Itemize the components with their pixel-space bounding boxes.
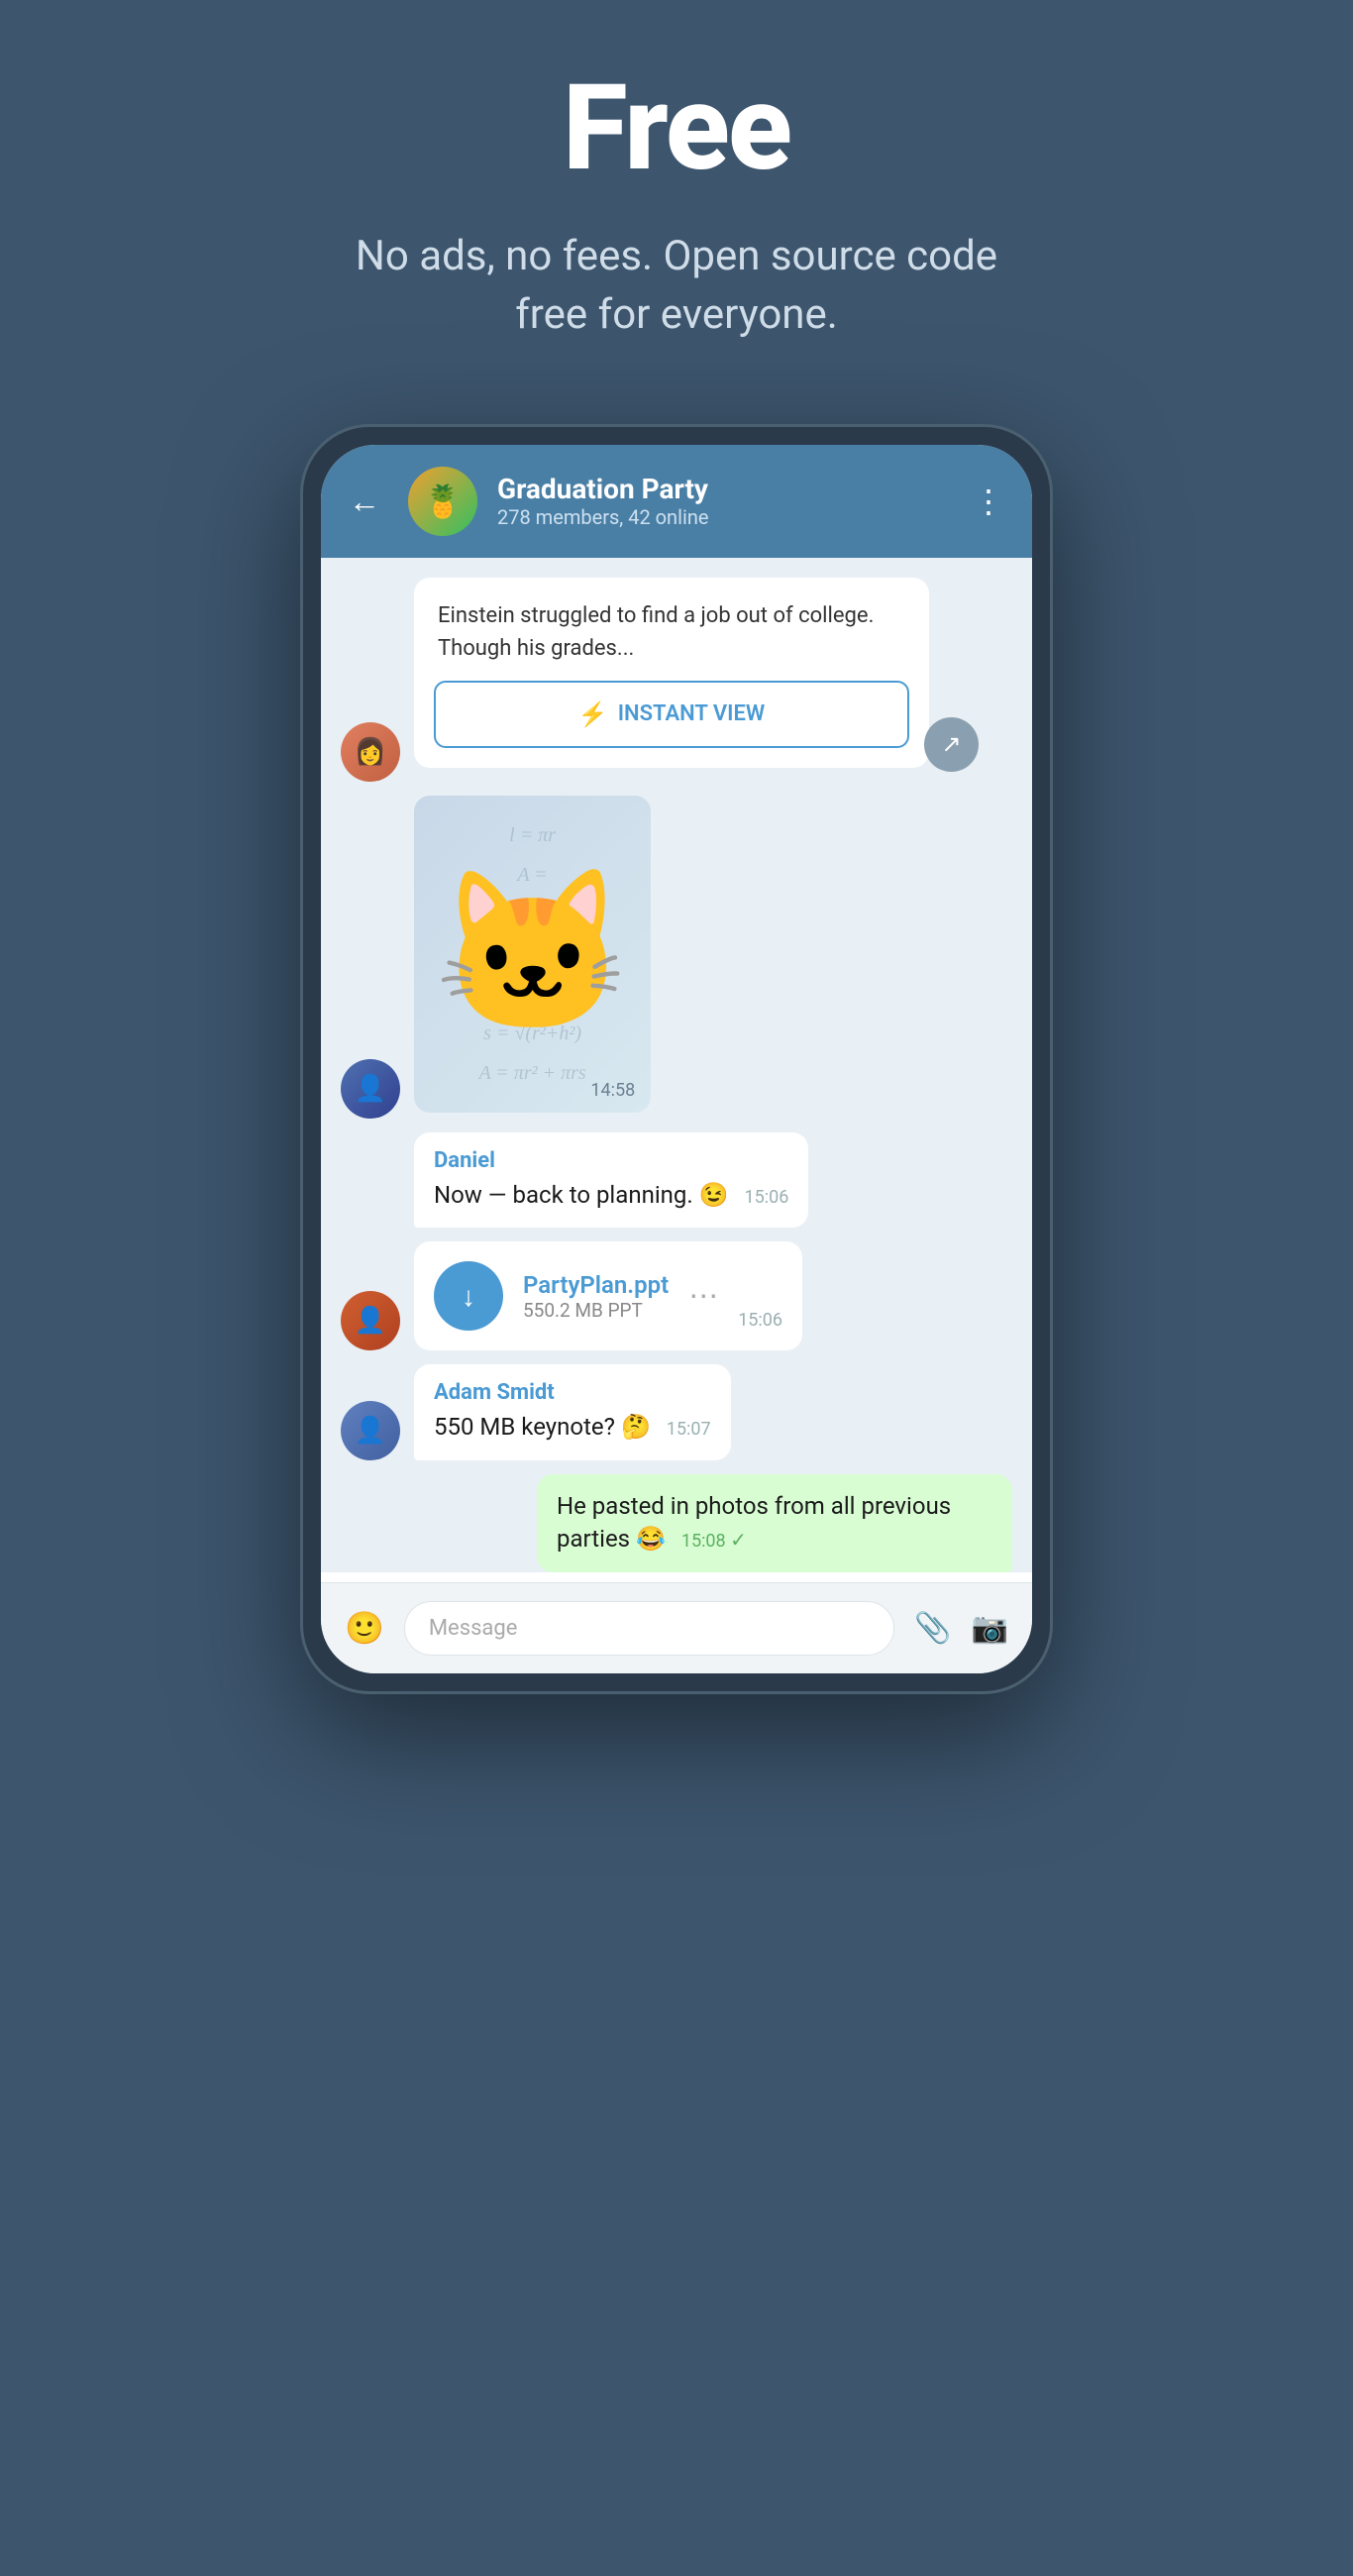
- header-info: Graduation Party 278 members, 42 online: [497, 473, 953, 529]
- avatar-guy2: 👤: [341, 1291, 400, 1350]
- emoji-button[interactable]: 🙂: [345, 1609, 384, 1647]
- camera-button[interactable]: 📷: [972, 1611, 1008, 1646]
- own-time: 15:08 ✓: [681, 1531, 747, 1552]
- sticker-container: l = πr A = V = l³ P = 2πr A = πr² s = √(…: [414, 796, 651, 1113]
- daniel-time: 15:06: [745, 1187, 789, 1208]
- file-download-icon[interactable]: ↓: [434, 1261, 503, 1331]
- adam-bubble: Adam Smidt 550 MB keynote? 🤔 15:07: [414, 1364, 731, 1460]
- file-name: PartyPlan.ppt: [523, 1271, 669, 1299]
- file-message-row: 👤 ↓ PartyPlan.ppt 550.2 MB PPT ⋯ 15:06: [341, 1241, 1012, 1350]
- group-name: Graduation Party: [497, 473, 953, 505]
- daniel-sender: Daniel: [434, 1148, 788, 1173]
- cat-sticker: 🐱: [434, 861, 631, 1046]
- avatar-guy1: 👤: [341, 1059, 400, 1119]
- adam-message-row: 👤 Adam Smidt 550 MB keynote? 🤔 15:07: [341, 1364, 1012, 1460]
- checkmark-icon: ✓: [730, 1528, 747, 1552]
- file-bubble: ↓ PartyPlan.ppt 550.2 MB PPT ⋯ 15:06: [414, 1241, 802, 1350]
- instant-view-label: INSTANT VIEW: [618, 701, 766, 726]
- article-message-row: 👩 Einstein struggled to find a job out o…: [341, 578, 1012, 782]
- sticker-message-row: 👤 l = πr A = V = l³ P = 2πr A = πr² s = …: [341, 796, 1012, 1119]
- hero-subtitle: No ads, no fees. Open source code free f…: [330, 228, 1023, 345]
- own-bubble: He pasted in photos from all previous pa…: [537, 1474, 1012, 1572]
- avatar-girl: 👩: [341, 722, 400, 782]
- adam-sender: Adam Smidt: [434, 1380, 711, 1405]
- daniel-message-row: Daniel Now — back to planning. 😉 15:06: [341, 1132, 1012, 1229]
- instant-view-button[interactable]: ⚡ INSTANT VIEW: [434, 681, 909, 748]
- phone-screen: ← 🍍 Graduation Party 278 members, 42 onl…: [321, 445, 1032, 1673]
- file-time: 15:06: [738, 1310, 782, 1331]
- back-button[interactable]: ←: [349, 483, 380, 520]
- phone-shell: ← 🍍 Graduation Party 278 members, 42 onl…: [300, 424, 1053, 1694]
- file-info: PartyPlan.ppt 550.2 MB PPT: [523, 1271, 669, 1322]
- group-avatar: 🍍: [408, 467, 477, 536]
- more-button[interactable]: ⋮: [973, 483, 1004, 520]
- input-bar: 🙂 Message 📎 📷: [321, 1582, 1032, 1673]
- sticker-time: 14:58: [590, 1080, 635, 1101]
- article-card: Einstein struggled to find a job out of …: [414, 578, 929, 768]
- group-meta: 278 members, 42 online: [497, 505, 953, 529]
- own-message-row: He pasted in photos from all previous pa…: [341, 1474, 1012, 1572]
- daniel-bubble: Daniel Now — back to planning. 😉 15:06: [414, 1132, 808, 1229]
- attach-button[interactable]: 📎: [914, 1611, 951, 1646]
- chat-header: ← 🍍 Graduation Party 278 members, 42 onl…: [321, 445, 1032, 558]
- bolt-icon: ⚡: [578, 700, 608, 728]
- hero-title: Free: [563, 59, 790, 198]
- file-more-button[interactable]: ⋯: [688, 1279, 718, 1314]
- share-button[interactable]: ↗: [924, 717, 979, 772]
- message-input[interactable]: Message: [404, 1601, 894, 1656]
- adam-text: 550 MB keynote? 🤔 15:07: [434, 1411, 711, 1445]
- chat-area: 👩 Einstein struggled to find a job out o…: [321, 558, 1032, 1572]
- article-text: Einstein struggled to find a job out of …: [414, 578, 929, 681]
- file-size: 550.2 MB PPT: [523, 1299, 669, 1322]
- avatar-guy3: 👤: [341, 1401, 400, 1460]
- daniel-text: Now — back to planning. 😉 15:06: [434, 1179, 788, 1213]
- own-text: He pasted in photos from all previous pa…: [557, 1490, 992, 1556]
- adam-time: 15:07: [667, 1419, 711, 1440]
